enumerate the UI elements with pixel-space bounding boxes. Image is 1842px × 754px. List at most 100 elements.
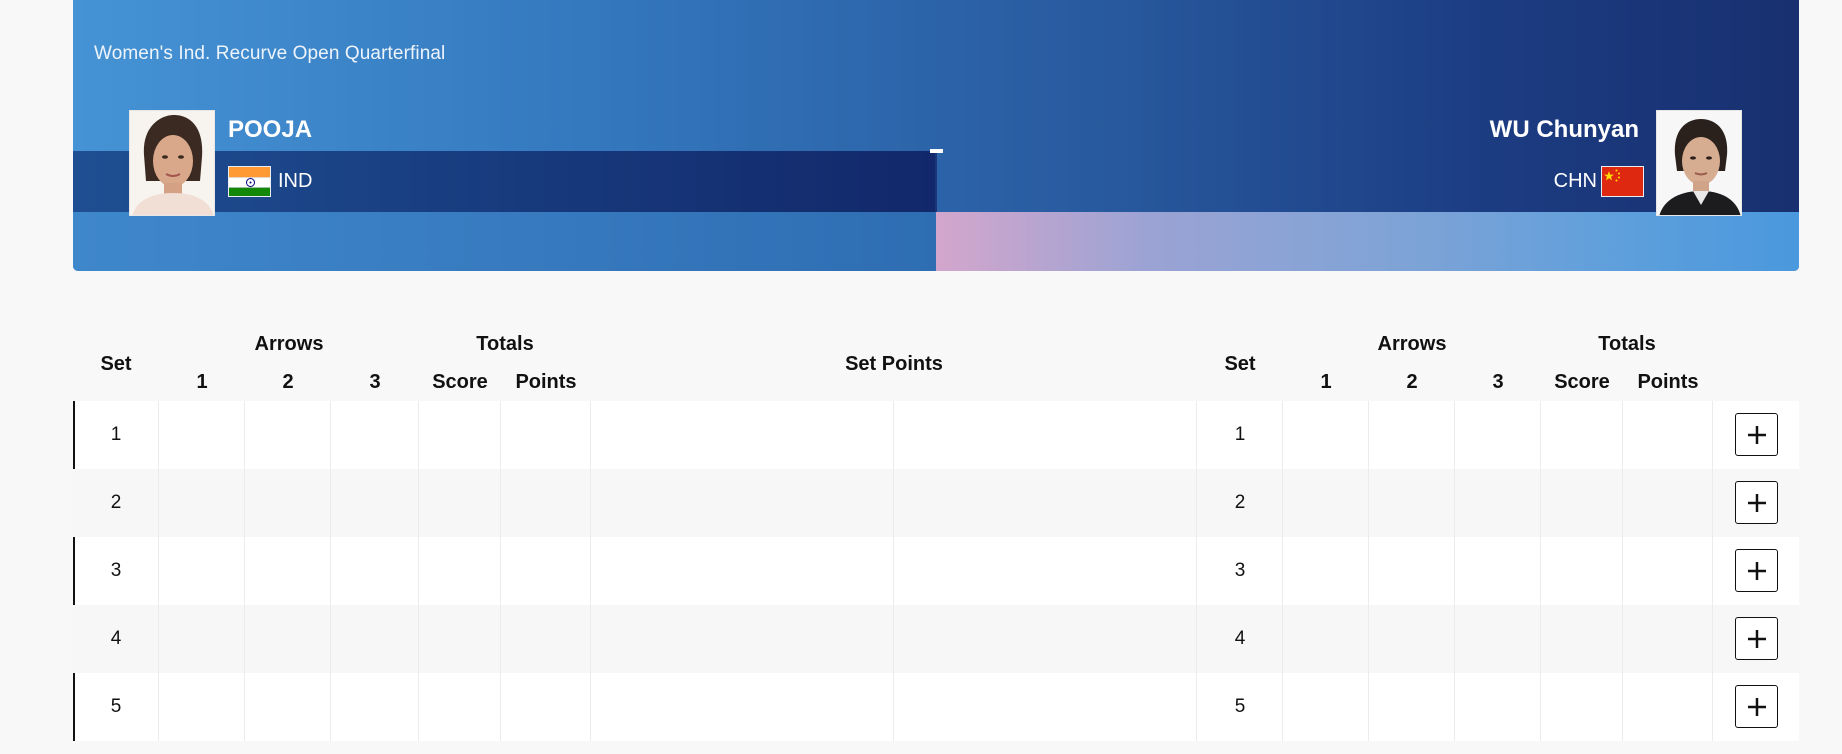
arrow-3-cell-left (331, 605, 419, 673)
set-points-cell-right (894, 537, 1197, 605)
score-separator (930, 149, 943, 153)
table-row: 2 2 (73, 469, 1799, 537)
table-row: 1 1 (73, 401, 1799, 469)
arrow-1-cell-right (1283, 537, 1369, 605)
points-cell-right (1623, 605, 1713, 673)
table-header: Set Arrows Totals 1 2 3 Score Points Set… (73, 329, 1799, 401)
right-score-strip (936, 212, 1799, 271)
arrow-1-cell-right (1283, 401, 1369, 469)
expand-set-button[interactable] (1735, 685, 1778, 728)
expand-set-button[interactable] (1735, 549, 1778, 592)
right-athlete-noc: CHN (1553, 170, 1597, 192)
left-athlete-portrait-icon (130, 111, 214, 215)
table-row: 3 3 (73, 537, 1799, 605)
points-cell-left (501, 673, 591, 741)
arrow-3-cell-left (331, 401, 419, 469)
set-number-right: 1 (1234, 424, 1246, 445)
arrow-2-cell-left (245, 673, 331, 741)
india-flag-icon (228, 166, 271, 197)
left-athlete-name: POOJA (228, 116, 313, 143)
scorecard-table: Set Arrows Totals 1 2 3 Score Points Set… (73, 329, 1799, 741)
plus-icon (1747, 425, 1766, 444)
header-set-right: Set (1224, 353, 1256, 375)
arrow-1-cell-right (1283, 673, 1369, 741)
set-points-cell-left (591, 673, 894, 741)
header-arrow3-left: 3 (369, 371, 381, 393)
arrow-2-cell-left (245, 469, 331, 537)
score-cell-left (419, 605, 501, 673)
arrow-3-cell-left (331, 537, 419, 605)
set-points-cell-right (894, 673, 1197, 741)
header-arrow3-right: 3 (1492, 371, 1504, 393)
expand-set-button[interactable] (1735, 617, 1778, 660)
score-cell-left (419, 401, 501, 469)
arrow-3-cell-right (1455, 673, 1541, 741)
score-cell-left (419, 673, 501, 741)
header-score-right: Score (1554, 371, 1610, 393)
score-cell-right (1541, 469, 1623, 537)
arrow-1-cell-left (159, 673, 245, 741)
set-number-left: 2 (110, 492, 122, 513)
points-cell-left (501, 469, 591, 537)
plus-icon (1747, 697, 1766, 716)
set-points-cell-left (591, 469, 894, 537)
set-number-left: 3 (110, 560, 122, 581)
set-points-cell-left (591, 401, 894, 469)
expand-set-button[interactable] (1735, 481, 1778, 524)
header-totals-left: Totals (476, 333, 534, 355)
arrow-1-cell-right (1283, 469, 1369, 537)
match-header: Women's Ind. Recurve Open Quarterfinal P… (73, 0, 1799, 271)
plus-icon (1747, 629, 1766, 648)
table-row: 4 4 (73, 605, 1799, 673)
right-athlete-portrait-icon (1657, 111, 1741, 215)
header-arrow1-left: 1 (196, 371, 208, 393)
arrow-3-cell-left (331, 673, 419, 741)
points-cell-right (1623, 401, 1713, 469)
center-divider (935, 151, 937, 212)
event-title: Women's Ind. Recurve Open Quarterfinal (94, 43, 446, 64)
set-number-right: 5 (1234, 696, 1246, 717)
set-points-cell-right (894, 469, 1197, 537)
left-athlete-photo (129, 110, 215, 216)
arrow-2-cell-left (245, 605, 331, 673)
set-number-right: 3 (1234, 560, 1246, 581)
set-points-cell-left (591, 537, 894, 605)
arrow-3-cell-right (1455, 605, 1541, 673)
header-arrow2-right: 2 (1406, 371, 1418, 393)
arrow-2-cell-right (1369, 401, 1455, 469)
arrow-1-cell-left (159, 401, 245, 469)
arrow-2-cell-left (245, 537, 331, 605)
score-cell-right (1541, 673, 1623, 741)
header-arrow2-left: 2 (282, 371, 294, 393)
arrow-3-cell-right (1455, 401, 1541, 469)
right-athlete-photo (1656, 110, 1742, 216)
arrow-1-cell-left (159, 469, 245, 537)
arrow-2-cell-right (1369, 537, 1455, 605)
header-arrow1-right: 1 (1320, 371, 1332, 393)
header-points-left: Points (515, 371, 577, 393)
points-cell-right (1623, 469, 1713, 537)
score-cell-left (419, 469, 501, 537)
set-number-right: 2 (1234, 492, 1246, 513)
points-cell-left (501, 605, 591, 673)
plus-icon (1747, 561, 1766, 580)
arrow-2-cell-right (1369, 605, 1455, 673)
set-number-left: 4 (110, 628, 122, 649)
header-set-points: Set Points (845, 353, 943, 375)
points-cell-left (501, 401, 591, 469)
expand-set-button[interactable] (1735, 413, 1778, 456)
china-flag-icon (1601, 166, 1644, 197)
points-cell-left (501, 537, 591, 605)
points-cell-right (1623, 673, 1713, 741)
right-athlete-name: WU Chunyan (1489, 116, 1639, 143)
score-cell-left (419, 537, 501, 605)
score-cell-right (1541, 401, 1623, 469)
table-row: 5 5 (73, 673, 1799, 741)
plus-icon (1747, 493, 1766, 512)
header-arrows-left: Arrows (254, 333, 324, 355)
arrow-1-cell-left (159, 605, 245, 673)
left-athlete-noc: IND (278, 170, 313, 192)
set-number-left: 1 (110, 424, 122, 445)
set-points-cell-right (894, 605, 1197, 673)
arrow-1-cell-left (159, 537, 245, 605)
